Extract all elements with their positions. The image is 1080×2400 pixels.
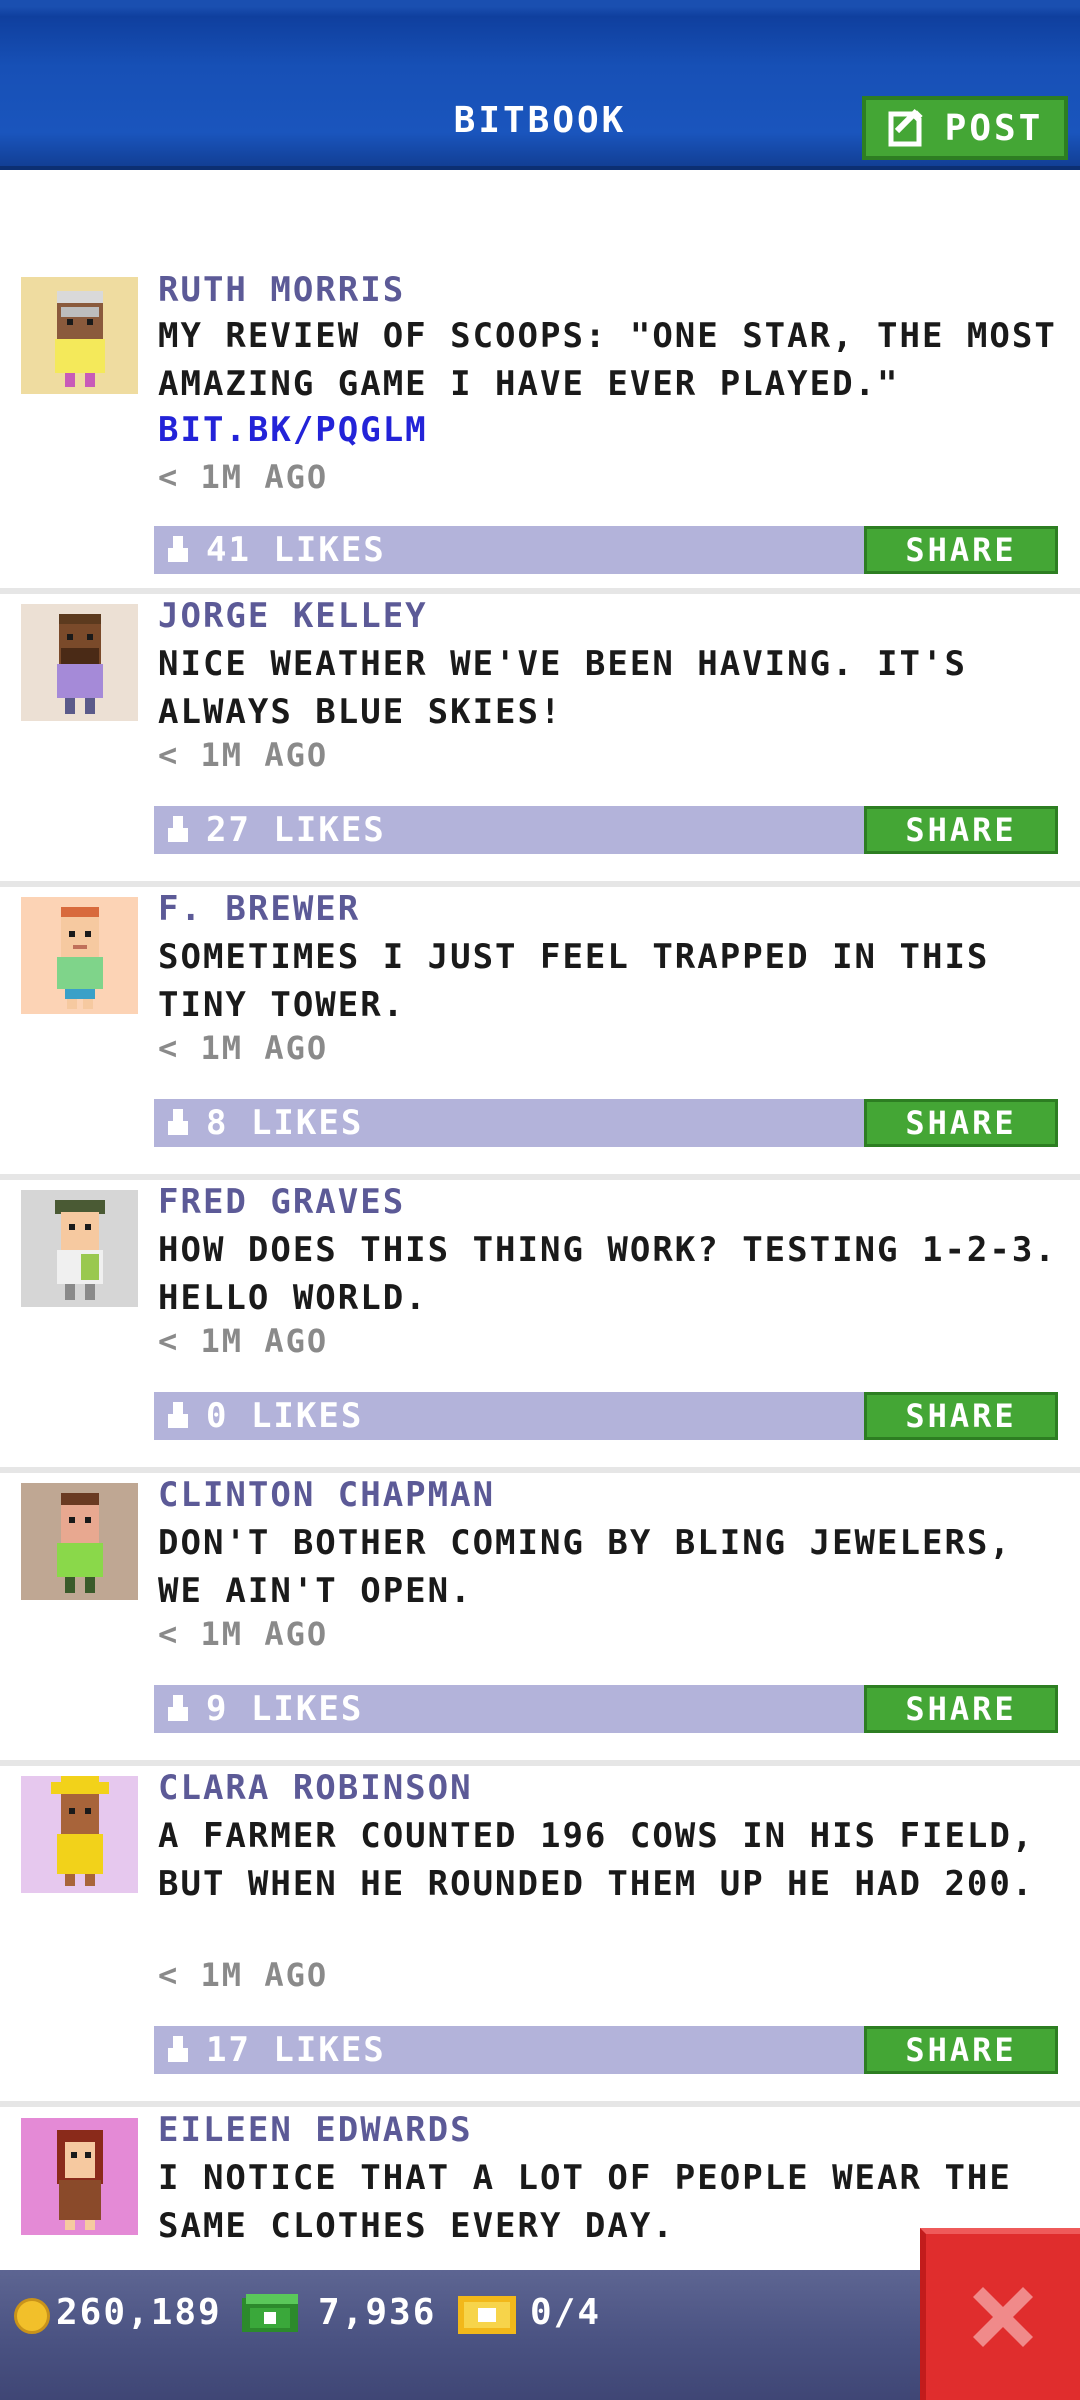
bux-icon [242, 2294, 298, 2332]
post-message: NICE WEATHER WE'VE BEEN HAVING. IT'S ALW… [158, 644, 967, 732]
post-time: < 1M AGO [158, 1956, 329, 1994]
post-time: < 1M AGO [158, 458, 329, 496]
likes-bar[interactable]: 0 LIKES SHARE [154, 1392, 1058, 1440]
post-link[interactable]: BIT.BK/PQGLM [158, 410, 428, 450]
share-button[interactable]: SHARE [864, 1392, 1058, 1440]
tickets-count: 0/4 [530, 2292, 602, 2333]
avatar[interactable] [21, 1190, 138, 1307]
post-item: F. BREWER SOMETIMES I JUST FEEL TRAPPED … [0, 887, 1080, 1180]
avatar-image [57, 907, 103, 1009]
avatar[interactable] [21, 1776, 138, 1893]
thumbs-up-icon [164, 1695, 192, 1723]
post-author[interactable]: FRED GRAVES [158, 1182, 405, 1222]
post-time: < 1M AGO [158, 1615, 329, 1653]
likes-bar[interactable]: 9 LIKES SHARE [154, 1685, 1058, 1733]
post-author[interactable]: RUTH MORRIS [158, 270, 405, 310]
post-message: DON'T BOTHER COMING BY BLING JEWELERS, W… [158, 1523, 1012, 1611]
coins-count: 260,189 [56, 2292, 222, 2333]
post-message: HOW DOES THIS THING WORK? TESTING 1-2-3.… [158, 1230, 1057, 1318]
post-item: JORGE KELLEY NICE WEATHER WE'VE BEEN HAV… [0, 594, 1080, 887]
post-author[interactable]: CLARA ROBINSON [158, 1768, 473, 1808]
compose-icon [888, 106, 929, 147]
avatar-image [51, 1776, 109, 1886]
avatar[interactable] [21, 897, 138, 1014]
share-button[interactable]: SHARE [864, 1099, 1058, 1147]
thumbs-up-icon [164, 2036, 192, 2064]
avatar-image [55, 1200, 105, 1300]
post-time: < 1M AGO [158, 736, 329, 774]
likes-count: 17 LIKES [206, 2030, 386, 2070]
post-message: MY REVIEW OF SCOOPS: "ONE STAR, THE MOST… [158, 316, 1057, 404]
likes-count: 41 LIKES [206, 530, 386, 570]
bux-count: 7,936 [318, 2292, 437, 2333]
post-time: < 1M AGO [158, 1322, 329, 1360]
share-button[interactable]: SHARE [864, 2026, 1058, 2074]
thumbs-up-icon [164, 536, 192, 564]
share-button[interactable]: SHARE [864, 806, 1058, 854]
resource-bar: 260,189 7,936 0/4 [0, 2270, 1080, 2400]
post-time: < 1M AGO [158, 1029, 329, 1067]
post-item: CLINTON CHAPMAN DON'T BOTHER COMING BY B… [0, 1473, 1080, 1766]
avatar-image [55, 291, 105, 387]
avatar[interactable] [21, 2118, 138, 2235]
post-item: RUTH MORRIS MY REVIEW OF SCOOPS: "ONE ST… [0, 174, 1080, 594]
post-item: FRED GRAVES HOW DOES THIS THING WORK? TE… [0, 1180, 1080, 1473]
close-icon [973, 2287, 1033, 2347]
avatar[interactable] [21, 604, 138, 721]
bitbook-feed[interactable]: RUTH MORRIS MY REVIEW OF SCOOPS: "ONE ST… [0, 174, 1080, 2274]
share-button[interactable]: SHARE [864, 526, 1058, 574]
thumbs-up-icon [164, 1109, 192, 1137]
likes-count: 8 LIKES [206, 1103, 364, 1143]
thumbs-up-icon [164, 1402, 192, 1430]
post-author[interactable]: EILEEN EDWARDS [158, 2110, 473, 2150]
likes-count: 9 LIKES [206, 1689, 364, 1729]
avatar[interactable] [21, 1483, 138, 1600]
app-header: BITBOOK POST [0, 0, 1080, 170]
avatar-image [57, 2130, 103, 2230]
post-item: CLARA ROBINSON A FARMER COUNTED 196 COWS… [0, 1766, 1080, 2108]
ticket-icon [458, 2296, 516, 2334]
post-item: EILEEN EDWARDS I NOTICE THAT A LOT OF PE… [0, 2108, 1080, 2274]
close-button[interactable] [920, 2228, 1080, 2400]
post-message: A FARMER COUNTED 196 COWS IN HIS FIELD, … [158, 1816, 1035, 1904]
post-author[interactable]: CLINTON CHAPMAN [158, 1475, 495, 1515]
coin-icon [14, 2298, 50, 2334]
likes-bar[interactable]: 41 LIKES SHARE [154, 526, 1058, 574]
likes-count: 27 LIKES [206, 810, 386, 850]
post-button[interactable]: POST [862, 96, 1068, 160]
likes-bar[interactable]: 17 LIKES SHARE [154, 2026, 1058, 2074]
post-message: SOMETIMES I JUST FEEL TRAPPED IN THIS TI… [158, 937, 990, 1025]
avatar-image [57, 614, 103, 714]
likes-bar[interactable]: 8 LIKES SHARE [154, 1099, 1058, 1147]
likes-count: 0 LIKES [206, 1396, 364, 1436]
divider [0, 2101, 1080, 2107]
avatar-image [57, 1493, 103, 1593]
share-button[interactable]: SHARE [864, 1685, 1058, 1733]
thumbs-up-icon [164, 816, 192, 844]
post-author[interactable]: F. BREWER [158, 889, 360, 929]
post-author[interactable]: JORGE KELLEY [158, 596, 428, 636]
post-button-label: POST [944, 107, 1044, 149]
likes-bar[interactable]: 27 LIKES SHARE [154, 806, 1058, 854]
avatar[interactable] [21, 277, 138, 394]
